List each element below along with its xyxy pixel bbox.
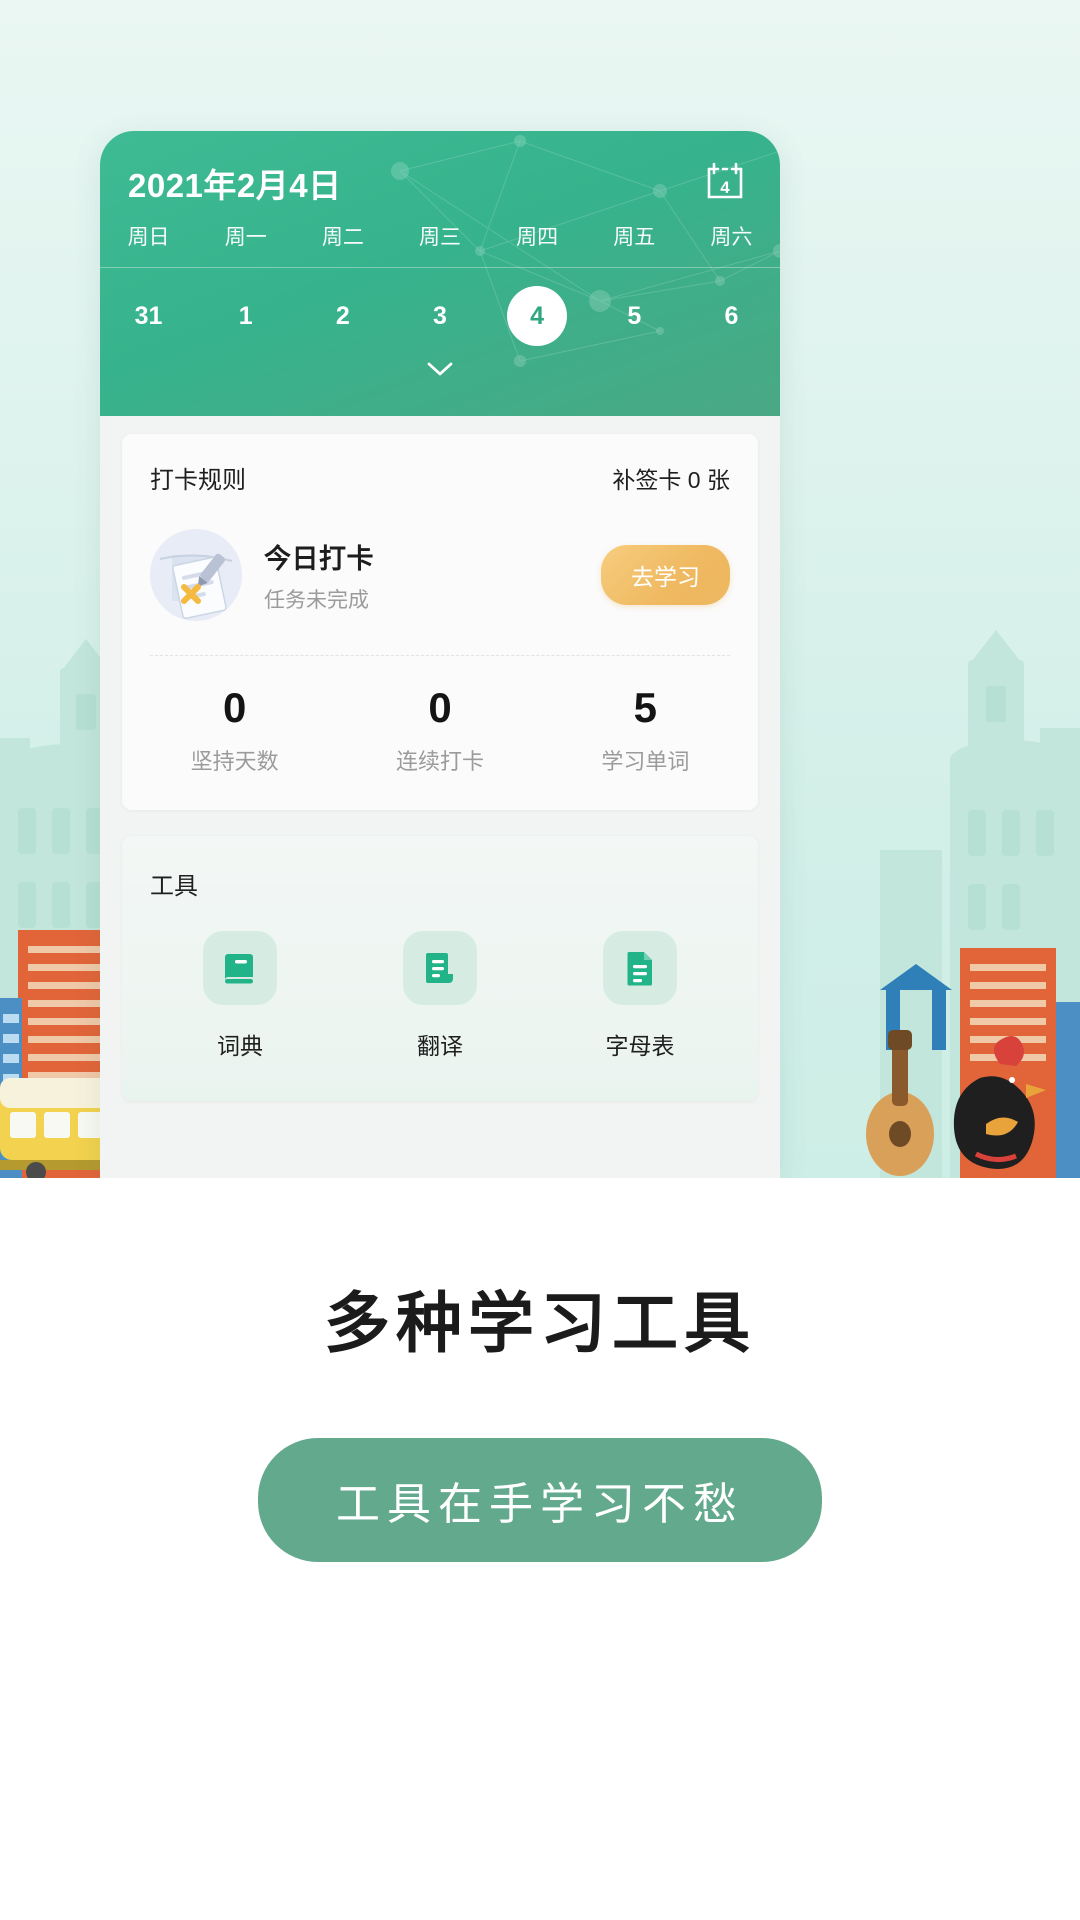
tool-translate[interactable]: 翻译	[340, 931, 540, 1061]
date-cell-4-selected[interactable]: 4	[489, 286, 586, 346]
date-cell-3[interactable]: 3	[391, 286, 488, 346]
header-top-row: 2021年2月4日 4	[100, 131, 780, 209]
promo-headline: 多种学习工具	[324, 1286, 756, 1360]
weekday-fri: 周五	[613, 226, 656, 249]
stats-row: 0 坚持天数 0 连续打卡 5 学习单词	[122, 656, 758, 810]
date-number: 31	[134, 302, 163, 330]
tools-card: 工具 词典 翻译 字母表	[122, 836, 758, 1101]
checkin-subtitle: 任务未完成	[264, 588, 369, 612]
checkin-illustration-icon	[150, 529, 242, 621]
date-row: 31 1 2 3 4 5 6	[100, 268, 780, 352]
book-icon	[203, 931, 277, 1005]
stat-persist-days: 0 坚持天数	[132, 684, 337, 776]
stat-label: 坚持天数	[190, 749, 279, 774]
main-content: 打卡规则 补签卡 0 张 今日打卡 任务未完成 去学习 0 坚持天数 0 连续打…	[100, 416, 780, 1178]
chevron-down-icon	[427, 362, 453, 376]
weekday-thu: 周四	[516, 226, 559, 249]
stat-words-learned: 5 学习单词	[543, 684, 748, 776]
date-number-selected: 4	[507, 286, 568, 346]
go-study-button[interactable]: 去学习	[601, 545, 730, 605]
date-number: 1	[238, 302, 253, 330]
date-number: 2	[335, 302, 350, 330]
document-icon	[403, 931, 477, 1005]
tool-dictionary[interactable]: 词典	[140, 931, 340, 1061]
tools-title: 工具	[150, 873, 198, 900]
date-cell-6[interactable]: 6	[683, 286, 780, 346]
date-cell-1[interactable]: 1	[197, 286, 294, 346]
date-cell-0[interactable]: 31	[100, 286, 197, 346]
checkin-title: 今日打卡	[264, 543, 374, 574]
text-file-icon	[603, 931, 677, 1005]
date-cell-5[interactable]: 5	[586, 286, 683, 346]
weekday-row: 周日 周一 周二 周三 周四 周五 周六	[100, 209, 780, 268]
tool-label: 翻译	[417, 1033, 463, 1059]
tools-grid: 词典 翻译 字母表	[122, 909, 758, 1101]
weekday-sun: 周日	[127, 226, 170, 249]
weekday-tue: 周二	[321, 226, 364, 249]
calendar-icon-day-number: 4	[720, 178, 730, 197]
promo-pill-button[interactable]: 工具在手学习不愁	[258, 1438, 822, 1562]
makeup-card-count[interactable]: 补签卡 0 张	[612, 461, 730, 495]
stat-label: 学习单词	[601, 749, 690, 774]
weekday-sat: 周六	[710, 226, 753, 249]
phone-screen: 2021年2月4日 4 周日 周一 周二 周三 周四 周五 周六 31 1 2 …	[100, 131, 780, 1178]
date-number: 3	[433, 302, 447, 330]
date-cell-2[interactable]: 2	[294, 286, 391, 346]
date-number: 6	[724, 302, 739, 330]
stat-streak: 0 连续打卡	[337, 684, 542, 776]
stat-label: 连续打卡	[395, 749, 484, 774]
stat-value: 0	[428, 684, 452, 731]
date-number: 5	[627, 302, 642, 330]
calendar-icon[interactable]: 4	[702, 160, 748, 206]
checkin-card: 打卡规则 补签卡 0 张 今日打卡 任务未完成 去学习 0 坚持天数 0 连续打…	[122, 434, 758, 810]
checkin-row: 今日打卡 任务未完成 去学习	[122, 519, 758, 655]
page-title: 2021年2月4日	[128, 167, 342, 204]
stat-value: 5	[633, 684, 657, 731]
weekday-wed: 周三	[418, 226, 461, 249]
tool-label: 字母表	[605, 1033, 675, 1059]
promo-section: 多种学习工具 工具在手学习不愁	[0, 1178, 1080, 1920]
app-header: 2021年2月4日 4 周日 周一 周二 周三 周四 周五 周六 31 1 2 …	[100, 131, 780, 416]
checkin-rules-link[interactable]: 打卡规则	[150, 460, 246, 495]
tool-label: 词典	[217, 1033, 263, 1059]
checkin-texts: 今日打卡 任务未完成	[264, 537, 601, 614]
checkin-card-header: 打卡规则 补签卡 0 张	[122, 434, 758, 519]
stat-value: 0	[222, 684, 247, 731]
tool-alphabet[interactable]: 字母表	[540, 931, 740, 1061]
expand-calendar-button[interactable]	[100, 352, 780, 386]
weekday-mon: 周一	[224, 226, 267, 249]
